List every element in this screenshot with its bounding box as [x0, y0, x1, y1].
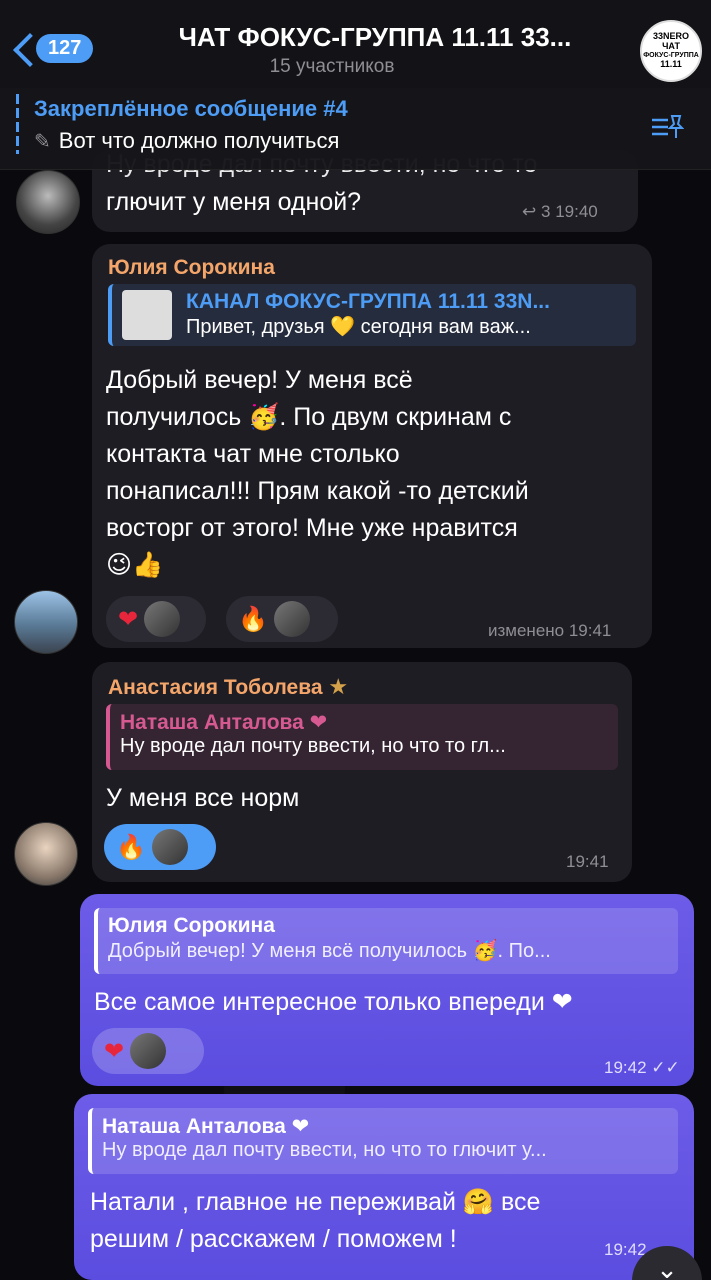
sender-name[interactable]: Анастасия Тоболева ★ — [108, 674, 348, 700]
reply-text: Ну вроде дал почту ввести, но что то гл.… — [120, 735, 506, 757]
reply-name: Наташа Анталова ❤ — [120, 711, 328, 734]
message-time: 19:40 — [555, 202, 598, 221]
avatar[interactable] — [16, 170, 80, 234]
message-line: контакта чат мне столько — [106, 440, 400, 468]
pinned-list-icon[interactable] — [650, 112, 684, 142]
reply-name: Наташа Анталова ❤ — [102, 1115, 310, 1138]
message-line: получилось 🥳. По двум скринам с — [106, 403, 512, 431]
replies-count: 3 — [540, 202, 551, 221]
reactor-avatar — [151, 829, 188, 865]
avatar[interactable] — [14, 822, 78, 886]
reply-preview[interactable]: КАНАЛ ФОКУС-ГРУППА 11.11 33N... Привет, … — [108, 284, 636, 346]
read-checkmarks-icon: ✓✓ — [651, 1058, 680, 1077]
reaction-fire[interactable]: 🔥 — [104, 824, 216, 870]
paperclip-icon: ✎ — [34, 130, 51, 153]
fire-icon: 🔥 — [116, 833, 146, 861]
pinned-title: Закреплённое сообщение #4 — [34, 96, 348, 121]
reactor-avatar — [130, 1033, 167, 1069]
reaction-heart[interactable]: ❤ — [92, 1028, 204, 1074]
chevron-left-icon — [10, 30, 32, 66]
pinned-text-row: ✎ Вот что должно получиться — [34, 128, 339, 154]
reply-name: КАНАЛ ФОКУС-ГРУППА 11.11 33N... — [186, 290, 550, 313]
message-meta: ↩ 3 19:40 — [522, 202, 598, 222]
message-line: 😉👍 — [106, 551, 164, 579]
chat-avatar[interactable]: 33NERO ЧАТ ФОКУС-ГРУППА 11.11 — [640, 20, 702, 82]
heart-icon: ❤ — [118, 605, 139, 633]
reactor-avatar — [144, 601, 181, 637]
message-bubble-outgoing[interactable]: Наташа Анталова ❤ Ну вроде дал почту вве… — [74, 1094, 694, 1280]
chevron-down-icon: ⌄ — [656, 1254, 678, 1280]
avatar-text: ЧАТ — [662, 41, 680, 52]
sender-name[interactable]: Юлия Сорокина — [108, 256, 275, 280]
message-text: Все самое интересное только впереди ❤ — [94, 988, 573, 1016]
chat-title[interactable]: ЧАТ ФОКУС-ГРУППА 11.11 33... — [140, 22, 610, 53]
message-text: У меня все норм — [106, 784, 300, 812]
reply-preview[interactable]: Юлия Сорокина Добрый вечер! У меня всё п… — [94, 908, 678, 974]
reactor-avatar — [273, 601, 310, 637]
reply-text: Привет, друзья 💛 сегодня вам важ... — [186, 316, 531, 338]
message-bubble[interactable]: Юлия Сорокина КАНАЛ ФОКУС-ГРУППА 11.11 3… — [92, 244, 652, 648]
message-line: понаписал!!! Прям какой -то детский — [106, 477, 529, 505]
avatar[interactable] — [14, 590, 78, 654]
message-line: решим / расскажем / поможем ! — [90, 1225, 457, 1253]
premium-star-icon: ★ — [328, 674, 349, 699]
reply-name: Юлия Сорокина — [108, 914, 275, 937]
message-text: глючит у меня одной? — [106, 188, 362, 216]
reaction-heart[interactable]: ❤ — [106, 596, 206, 642]
pinned-message-bar[interactable]: Закреплённое сообщение #4 ✎ Вот что долж… — [0, 88, 711, 170]
heart-icon: ❤ — [104, 1037, 125, 1065]
back-button[interactable]: 127 — [10, 30, 94, 66]
message-line: Натали , главное не переживай 🤗 все — [90, 1188, 541, 1216]
avatar-text: 11.11 — [660, 58, 682, 69]
reply-preview[interactable]: Наташа Анталова ❤ Ну вроде дал почту вве… — [106, 704, 618, 770]
chat-header: 127 ЧАТ ФОКУС-ГРУППА 11.11 33... 15 учас… — [0, 0, 711, 90]
reply-text: Добрый вечер! У меня всё получилось 🥳. П… — [108, 940, 551, 962]
reply-preview[interactable]: Наташа Анталова ❤ Ну вроде дал почту вве… — [88, 1108, 678, 1174]
reply-text: Ну вроде дал почту ввести, но что то глю… — [102, 1139, 547, 1161]
message-time: изменено 19:41 — [488, 621, 612, 640]
message-line: восторг от этого! Мне уже нравится — [106, 514, 518, 542]
reply-arrow-icon: ↩ — [522, 202, 537, 221]
reply-thumbnail — [122, 290, 172, 340]
message-meta: 19:42 ✓✓ — [604, 1058, 680, 1078]
pinned-text: Вот что должно получиться — [58, 128, 340, 153]
pinned-indicator — [16, 94, 19, 154]
message-text: Добрый вечер! У меня всё получилось 🥳. П… — [106, 362, 636, 584]
reaction-fire[interactable]: 🔥 — [226, 596, 338, 642]
message-bubble[interactable]: Анастасия Тоболева ★ Наташа Анталова ❤ Н… — [92, 662, 632, 882]
message-list[interactable]: Ну вроде дал почту ввести, но что то глю… — [0, 0, 711, 1280]
message-text: Натали , главное не переживай 🤗 все реши… — [90, 1184, 540, 1258]
fire-icon: 🔥 — [238, 605, 268, 633]
message-time: 19:42 — [604, 1058, 647, 1077]
chat-subtitle: 15 участников — [269, 56, 395, 77]
message-line: Добрый вечер! У меня всё — [106, 366, 413, 394]
message-time: 19:41 — [566, 852, 609, 871]
message-bubble-outgoing[interactable]: Юлия Сорокина Добрый вечер! У меня всё п… — [80, 894, 694, 1086]
